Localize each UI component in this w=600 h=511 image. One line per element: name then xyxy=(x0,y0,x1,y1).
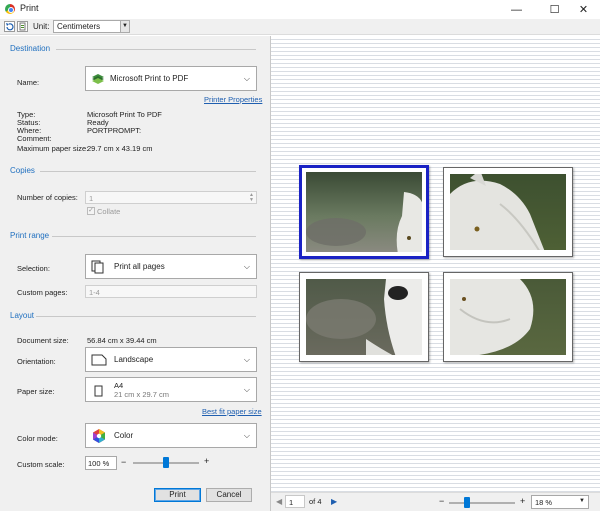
custom-scale-label: Custom scale: xyxy=(17,460,65,469)
chevron-down-icon: ⌵ xyxy=(243,385,250,394)
divider xyxy=(56,49,256,50)
zoom-value: 18 % xyxy=(535,498,553,507)
unit-select[interactable]: Centimeters ▼ xyxy=(53,20,130,33)
previous-page-icon[interactable]: ◀ xyxy=(276,497,282,506)
paper-name: A4 xyxy=(114,381,124,390)
custom-pages-label: Custom pages: xyxy=(17,288,68,297)
copies-value: 1 xyxy=(89,194,94,203)
zoom-slider[interactable] xyxy=(449,497,515,508)
section-layout: Layout xyxy=(10,311,35,320)
orientation-value: Landscape xyxy=(114,355,154,364)
preview-page-4[interactable] xyxy=(443,272,573,362)
title-bar: Print — ☐ ✕ xyxy=(0,0,600,19)
section-destination: Destination xyxy=(10,44,51,53)
close-button[interactable]: ✕ xyxy=(567,0,600,19)
chevron-down-icon: ⌵ xyxy=(243,355,250,364)
paper-size-label: Paper size: xyxy=(17,387,55,396)
divider xyxy=(52,236,256,237)
scale-slider-thumb[interactable] xyxy=(163,457,169,468)
minimize-button[interactable]: — xyxy=(500,0,533,19)
selection-value: Print all pages xyxy=(114,262,165,271)
doc-size-label: Document size: xyxy=(17,336,69,345)
section-print-range: Print range xyxy=(10,231,50,240)
comment-label: Comment: xyxy=(17,134,52,143)
preview-area xyxy=(271,36,600,492)
spinner-icon[interactable]: ▲ ▼ xyxy=(249,193,254,203)
preview-page-3[interactable] xyxy=(299,272,429,362)
app-icon xyxy=(5,4,15,14)
custom-scale-input[interactable]: 100 % xyxy=(85,456,117,470)
window-title: Print xyxy=(20,3,39,13)
page-count: of 4 xyxy=(309,497,322,506)
custom-pages-input[interactable]: 1-4 xyxy=(85,285,257,298)
color-mode-select[interactable]: Color ⌵ xyxy=(85,423,257,448)
selection-select[interactable]: Print all pages ⌵ xyxy=(85,254,257,279)
preview-page-1[interactable] xyxy=(299,165,429,259)
copies-label: Number of copies: xyxy=(17,193,78,202)
portrait-icon xyxy=(94,385,103,397)
divider xyxy=(40,171,256,172)
wolf-photo-2 xyxy=(450,174,566,250)
chevron-down-icon: ⌵ xyxy=(243,262,250,271)
page-number-input[interactable]: 1 xyxy=(285,495,305,508)
color-mode-value: Color xyxy=(114,431,134,440)
name-label: Name: xyxy=(17,78,40,87)
zoom-out-button[interactable]: − xyxy=(439,496,444,506)
max-paper-value: 29.7 cm x 43.19 cm xyxy=(87,144,153,153)
zoom-slider-thumb[interactable] xyxy=(464,497,470,508)
copies-input[interactable]: 1 ▲ ▼ xyxy=(85,191,257,204)
printer-properties-link[interactable]: Printer Properties xyxy=(204,95,262,104)
where-value: PORTPROMPT: xyxy=(87,126,142,135)
max-paper-label: Maximum paper size: xyxy=(17,144,89,153)
color-mode-label: Color mode: xyxy=(17,434,58,443)
color-wheel-icon xyxy=(93,429,105,443)
orientation-label: Orientation: xyxy=(17,357,56,366)
next-page-icon[interactable]: ▶ xyxy=(331,497,337,506)
divider xyxy=(36,316,256,317)
chevron-down-icon: ⌵ xyxy=(243,431,250,440)
pages-icon xyxy=(91,260,104,274)
unit-value: Centimeters xyxy=(57,22,101,31)
best-fit-link[interactable]: Best fit paper size xyxy=(202,407,262,416)
page-setup-icon[interactable] xyxy=(17,21,28,32)
chevron-down-icon: ⌵ xyxy=(243,74,250,83)
preview-page-2[interactable] xyxy=(443,167,573,257)
settings-panel: Destination Name: Microsoft Print to PDF… xyxy=(0,36,270,511)
wolf-photo-4 xyxy=(450,279,566,355)
cancel-button[interactable]: Cancel xyxy=(206,488,252,502)
collate-checkbox[interactable]: ✓ xyxy=(87,207,95,215)
collate-label: Collate xyxy=(97,207,121,216)
chevron-down-icon: ▼ xyxy=(120,21,129,32)
preview-navigation-bar: ◀ 1 of 4 ▶ − + 18 % ▼ xyxy=(271,492,600,511)
scale-slider[interactable] xyxy=(133,457,199,468)
doc-size-value: 56.84 cm x 39.44 cm xyxy=(87,336,157,345)
zoom-in-button[interactable]: + xyxy=(520,496,525,506)
paper-dims: 21 cm x 29.7 cm xyxy=(114,390,170,399)
wolf-photo-1 xyxy=(306,172,422,252)
chevron-down-icon: ▼ xyxy=(579,498,585,504)
landscape-icon xyxy=(91,354,107,366)
orientation-select[interactable]: Landscape ⌵ xyxy=(85,347,257,372)
selection-label: Selection: xyxy=(17,264,50,273)
toolbar: Unit: Centimeters ▼ xyxy=(0,19,600,35)
wolf-photo-3 xyxy=(306,279,422,355)
scale-plus-button[interactable]: + xyxy=(204,456,209,466)
printer-name: Microsoft Print to PDF xyxy=(110,74,189,83)
printer-select[interactable]: Microsoft Print to PDF ⌵ xyxy=(85,66,257,91)
section-copies: Copies xyxy=(10,166,35,175)
print-button[interactable]: Print xyxy=(154,488,201,502)
paper-size-select[interactable]: A4 21 cm x 29.7 cm ⌵ xyxy=(85,377,257,402)
scale-minus-button[interactable]: − xyxy=(121,457,126,467)
zoom-select[interactable]: 18 % ▼ xyxy=(531,495,589,509)
rotate-left-icon[interactable] xyxy=(4,21,15,32)
unit-label: Unit: xyxy=(33,22,50,31)
printer-icon xyxy=(92,74,104,84)
